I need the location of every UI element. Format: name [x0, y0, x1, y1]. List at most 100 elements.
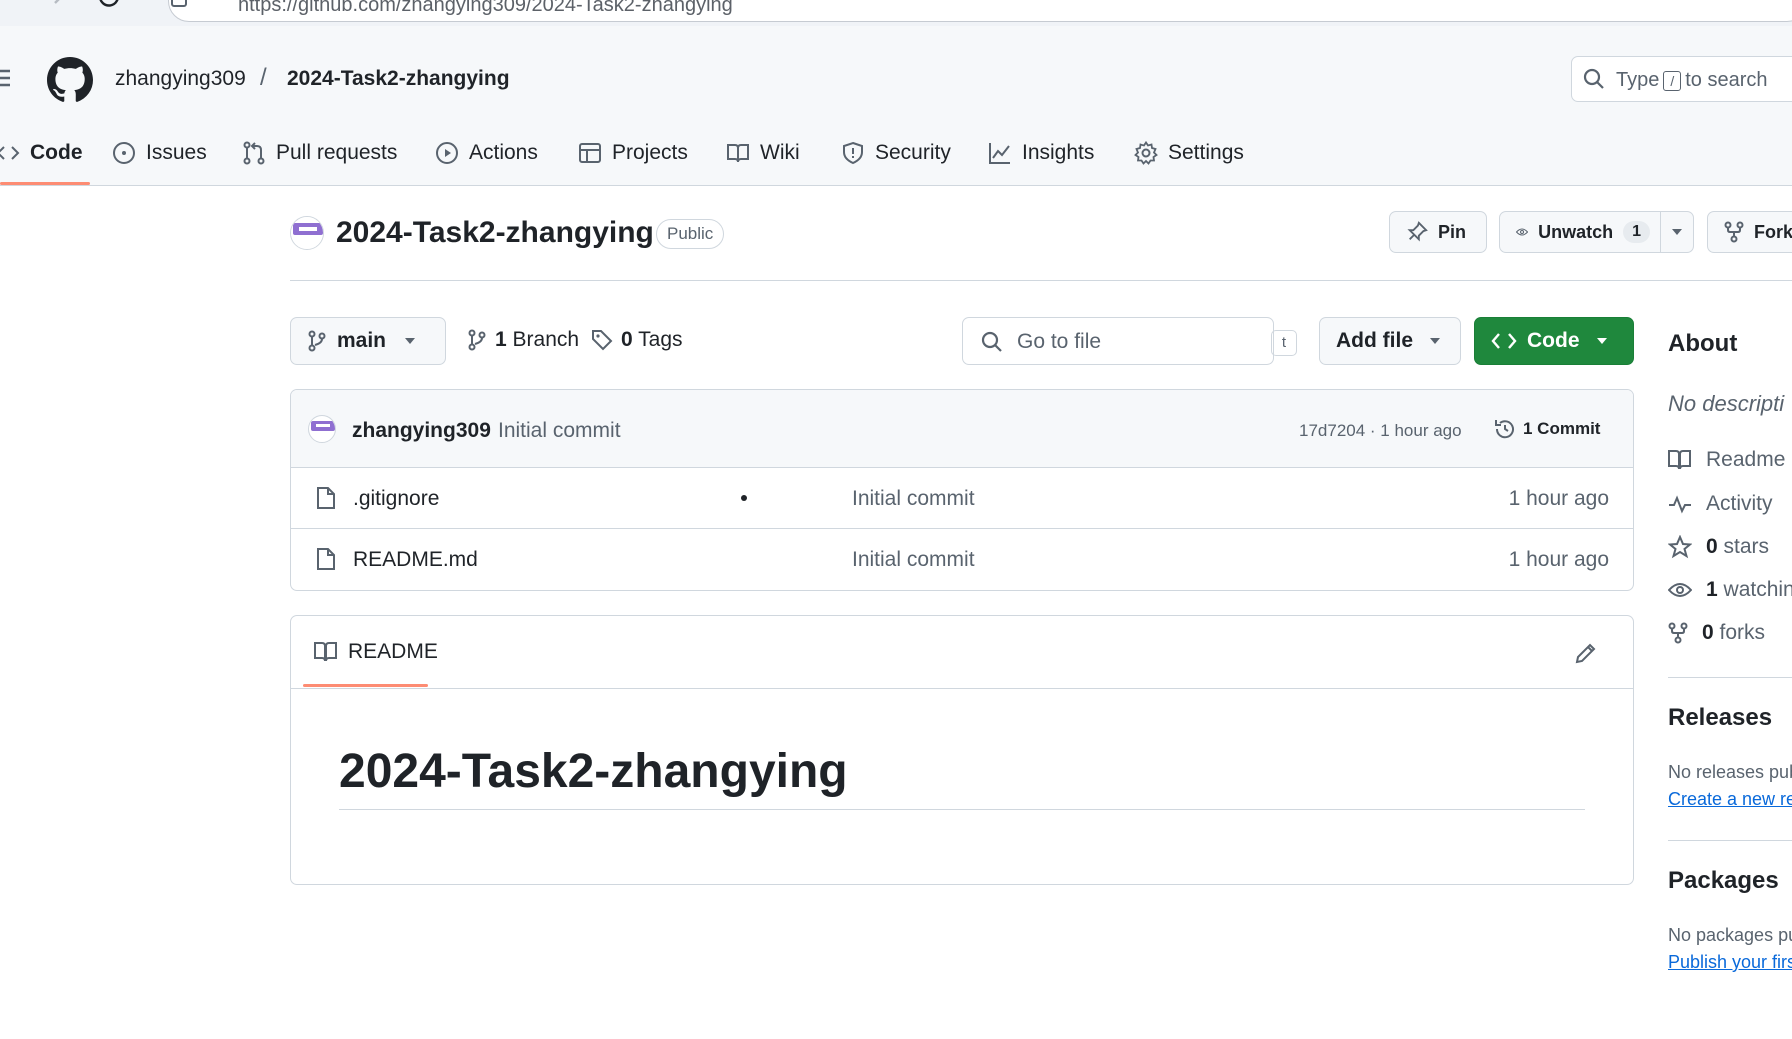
search-placeholder: Type / to search [1616, 69, 1768, 92]
create-release-link[interactable]: Create a new re [1668, 789, 1792, 810]
tab-pull-requests[interactable]: Pull requests [242, 138, 397, 168]
file-browser: zhangying309 Initial commit 17d7204 · 1 … [290, 389, 1634, 591]
table-row[interactable]: .gitignore Initial commit 1 hour ago [291, 468, 1633, 529]
branches-link[interactable]: 1 Branch [467, 328, 579, 352]
tab-settings-label: Settings [1168, 141, 1244, 164]
publish-package-link[interactable]: Publish your firs [1668, 952, 1792, 973]
file-icon [317, 548, 335, 570]
eye-icon [1516, 228, 1529, 236]
fork-icon [1724, 221, 1744, 243]
unwatch-dropdown[interactable] [1660, 212, 1693, 252]
readme-tab-label: README [348, 640, 438, 663]
tab-settings[interactable]: Settings [1134, 138, 1244, 168]
active-tab-indicator [0, 182, 90, 185]
code-button[interactable]: Code [1474, 317, 1634, 365]
commit-message[interactable]: Initial commit [498, 419, 621, 443]
repo-description: No descripti [1668, 391, 1785, 416]
tab-issues-label: Issues [146, 141, 207, 164]
packages-text: No packages pu [1668, 925, 1792, 945]
tab-pull-requests-label: Pull requests [276, 141, 398, 164]
code-icon [0, 146, 20, 160]
commit-author[interactable]: zhangying309 [352, 419, 491, 443]
releases-heading[interactable]: Releases [1668, 704, 1772, 732]
site-info-icon[interactable] [170, 0, 188, 10]
pin-button[interactable]: Pin [1389, 211, 1487, 253]
sidebar-item-forks[interactable]: 0 forks [1668, 621, 1765, 645]
chevron-down-icon [1672, 229, 1682, 235]
commit-count-label: 1 Commit [1523, 419, 1601, 438]
table-row[interactable]: README.md Initial commit 1 hour ago [291, 529, 1633, 590]
tab-insights[interactable]: Insights [988, 138, 1094, 168]
latest-commit-bar: zhangying309 Initial commit 17d7204 · 1 … [291, 390, 1633, 468]
tab-issues[interactable]: Issues [112, 138, 207, 168]
breadcrumb-repo[interactable]: 2024-Task2-zhangying [287, 67, 510, 91]
tab-actions[interactable]: Actions [435, 138, 538, 168]
readme-tab[interactable]: README [314, 640, 438, 664]
tab-security[interactable]: Security [841, 138, 951, 168]
commit-history-link[interactable]: 1 Commit [1493, 417, 1600, 441]
chevron-down-icon [1596, 338, 1607, 344]
branch-name: main [337, 329, 387, 352]
file-commit-message[interactable]: Initial commit [852, 548, 975, 572]
table-icon [579, 143, 601, 163]
menu-icon[interactable] [0, 68, 14, 88]
tag-count: 0 [621, 328, 633, 351]
eye-icon [1668, 583, 1692, 597]
history-icon [1495, 420, 1514, 439]
pull-request-icon [243, 141, 265, 165]
book-icon [1668, 450, 1691, 470]
releases-text: No releases pub [1668, 762, 1792, 782]
sidebar-item-activity[interactable]: Activity [1668, 492, 1773, 516]
readme-header: README [291, 616, 1633, 689]
sidebar-item-stars[interactable]: 0 stars [1668, 535, 1769, 559]
search-prefix: Type [1616, 69, 1660, 91]
star-icon [1668, 535, 1692, 559]
unwatch-button[interactable]: Unwatch 1 [1499, 211, 1694, 253]
search-suffix: to search [1685, 69, 1768, 91]
bullet [741, 495, 747, 501]
packages-heading[interactable]: Packages [1668, 867, 1779, 895]
forward-icon[interactable] [40, 0, 66, 10]
tags-link[interactable]: 0 Tags [591, 328, 683, 352]
pulse-icon [1669, 495, 1691, 514]
sidebar-item-watching[interactable]: 1 watchin [1668, 578, 1792, 602]
readme-heading: 2024-Task2-zhangying [339, 744, 1585, 810]
breadcrumb-owner[interactable]: zhangying309 [115, 67, 246, 91]
go-to-file-shortcut: t [1271, 330, 1297, 356]
watching-count: 1 [1706, 578, 1718, 601]
sidebar-item-readme[interactable]: Readme [1668, 448, 1785, 472]
chevron-down-icon [1430, 338, 1440, 344]
owner-avatar[interactable] [290, 216, 324, 250]
sidebar-divider [1668, 840, 1792, 841]
tab-projects-label: Projects [612, 141, 688, 164]
tab-projects[interactable]: Projects [578, 138, 688, 168]
file-name[interactable]: README.md [353, 548, 478, 572]
tab-wiki-label: Wiki [760, 141, 800, 164]
readme-tab-indicator [303, 684, 428, 687]
tab-code-label: Code [30, 141, 83, 164]
github-logo-icon[interactable] [47, 57, 93, 103]
tab-wiki[interactable]: Wiki [726, 138, 800, 168]
gear-icon [1134, 141, 1158, 165]
stars-count: 0 [1706, 535, 1718, 558]
reload-icon[interactable] [97, 0, 121, 12]
search-icon [981, 331, 1003, 353]
book-icon [314, 642, 337, 662]
file-time: 1 hour ago [1508, 487, 1609, 510]
add-file-button[interactable]: Add file [1319, 317, 1461, 365]
fork-icon [1668, 622, 1688, 644]
fork-button[interactable]: Fork [1707, 211, 1792, 253]
go-to-file-input[interactable] [962, 317, 1274, 365]
file-name[interactable]: .gitignore [353, 487, 439, 511]
branch-selector[interactable]: main [290, 317, 446, 365]
repo-title[interactable]: 2024-Task2-zhangying [336, 216, 654, 250]
file-commit-message[interactable]: Initial commit [852, 487, 975, 511]
search-icon [1583, 68, 1605, 90]
edit-icon[interactable] [1574, 641, 1598, 665]
commit-meta[interactable]: 17d7204 · 1 hour ago [1299, 421, 1462, 441]
breadcrumb-separator: / [260, 64, 267, 91]
tab-code[interactable]: Code [0, 138, 83, 168]
sidebar-item-label: stars [1723, 535, 1770, 558]
play-icon [436, 142, 458, 164]
commit-author-avatar[interactable] [308, 415, 336, 443]
